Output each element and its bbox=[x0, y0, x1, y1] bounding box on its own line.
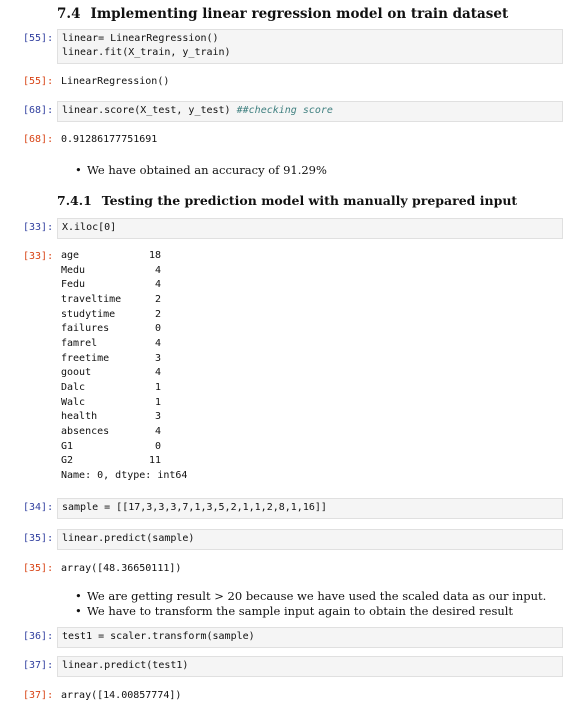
output-prompt: [33]: bbox=[23, 251, 54, 262]
bullet-list: We are getting result > 20 because we ha… bbox=[75, 589, 546, 619]
series-value: 3 bbox=[154, 352, 161, 364]
input-prompt: [68]: bbox=[23, 105, 54, 116]
series-row: freetime 3 bbox=[61, 352, 187, 367]
input-prompt: [35]: bbox=[23, 533, 54, 544]
code-cell[interactable]: sample = [[17,3,3,3,7,1,3,5,2,1,1,2,8,1,… bbox=[57, 498, 563, 519]
bullet-item: We have obtained an accuracy of 91.29% bbox=[75, 163, 327, 178]
series-row: absences 4 bbox=[61, 425, 187, 440]
section-number: 7.4 bbox=[57, 6, 81, 22]
bullet-item: We are getting result > 20 because we ha… bbox=[75, 589, 546, 604]
series-row: G1 0 bbox=[61, 440, 187, 455]
series-row: Dalc 1 bbox=[61, 381, 187, 396]
output-prompt: [68]: bbox=[23, 134, 54, 145]
input-prompt: [33]: bbox=[23, 222, 54, 233]
series-key: Medu bbox=[61, 264, 86, 276]
input-prompt: [34]: bbox=[23, 502, 54, 513]
series-row: Medu 4 bbox=[61, 264, 187, 279]
series-value: 2 bbox=[154, 308, 161, 320]
series-row: Fedu 4 bbox=[61, 278, 187, 293]
series-key: Fedu bbox=[61, 279, 86, 291]
section-heading-7-4: 7.4 Implementing linear regression model … bbox=[57, 6, 508, 22]
code-cell[interactable]: test1 = scaler.transform(sample) bbox=[57, 627, 563, 648]
series-row: failures 0 bbox=[61, 322, 187, 337]
input-prompt: [55]: bbox=[23, 33, 54, 44]
output-prompt: [37]: bbox=[23, 690, 54, 701]
section-heading-7-4-1: 7.4.1 Testing the prediction model with m… bbox=[57, 193, 517, 208]
section-number: 7.4.1 bbox=[57, 193, 92, 208]
series-key: famrel bbox=[61, 337, 98, 349]
section-title: Testing the prediction model with manual… bbox=[101, 193, 518, 208]
series-value: 4 bbox=[154, 425, 161, 437]
series-row: studytime 2 bbox=[61, 308, 187, 323]
series-value: 18 bbox=[148, 250, 161, 261]
series-key: Dalc bbox=[61, 381, 86, 393]
series-value: 2 bbox=[154, 293, 161, 305]
series-row: goout 4 bbox=[61, 366, 187, 381]
series-row: health 3 bbox=[61, 410, 187, 425]
series-value: 11 bbox=[148, 455, 161, 467]
code-cell[interactable]: linear= LinearRegression() linear.fit(X_t… bbox=[57, 29, 563, 64]
series-key: failures bbox=[61, 323, 110, 335]
code-line: linear= LinearRegression() bbox=[62, 33, 219, 44]
series-output: age 18 Medu 4 Fedu 4 traveltime 2 studytime 2 fail… bbox=[61, 249, 187, 484]
series-key: age bbox=[61, 250, 80, 261]
code-comment: ##checking score bbox=[236, 105, 333, 116]
code-text: linear.score(X_test, y_test) bbox=[62, 105, 237, 116]
code-line: linear.fit(X_train, y_train) bbox=[62, 47, 231, 58]
code-cell[interactable]: X.iloc[0] bbox=[57, 218, 563, 239]
output-text: array([14.00857774]) bbox=[61, 690, 182, 701]
series-key: G1 bbox=[61, 440, 74, 452]
output-prompt: [55]: bbox=[23, 76, 54, 87]
series-key: Walc bbox=[61, 396, 86, 408]
code-cell[interactable]: linear.score(X_test, y_test) ##checking … bbox=[57, 101, 563, 122]
series-value: 4 bbox=[154, 337, 161, 349]
output-text: array([48.36650111]) bbox=[61, 563, 182, 574]
bullet-item: We have to transform the sample input ag… bbox=[75, 604, 546, 619]
series-key: traveltime bbox=[61, 293, 122, 305]
series-row: traveltime 2 bbox=[61, 293, 187, 308]
series-row: famrel 4 bbox=[61, 337, 187, 352]
code-cell[interactable]: linear.predict(test1) bbox=[57, 656, 563, 677]
series-key: health bbox=[61, 411, 98, 423]
series-value: 4 bbox=[154, 279, 161, 291]
output-text: 0.91286177751691 bbox=[61, 134, 158, 145]
series-value: 3 bbox=[154, 411, 161, 423]
series-value: 0 bbox=[154, 323, 161, 335]
series-key: freetime bbox=[61, 352, 110, 364]
series-value: 4 bbox=[154, 264, 161, 276]
output-prompt: [35]: bbox=[23, 563, 54, 574]
output-text: LinearRegression() bbox=[61, 76, 170, 87]
series-key: goout bbox=[61, 367, 92, 379]
series-row: G2 11 bbox=[61, 454, 187, 469]
series-row: Walc 1 bbox=[61, 396, 187, 411]
bullet-list: We have obtained an accuracy of 91.29% bbox=[75, 163, 327, 178]
series-row: age 18 bbox=[61, 249, 187, 264]
series-value: 1 bbox=[154, 381, 161, 393]
series-key: absences bbox=[61, 425, 110, 437]
input-prompt: [36]: bbox=[23, 631, 54, 642]
series-footer: Name: 0, dtype: int64 bbox=[61, 469, 188, 481]
series-key: studytime bbox=[61, 308, 116, 320]
series-value: 1 bbox=[154, 396, 161, 408]
section-title: Implementing linear regression model on … bbox=[90, 6, 509, 22]
input-prompt: [37]: bbox=[23, 660, 54, 671]
series-key: G2 bbox=[61, 455, 74, 467]
series-value: 0 bbox=[154, 440, 161, 452]
series-value: 4 bbox=[154, 367, 161, 379]
code-cell[interactable]: linear.predict(sample) bbox=[57, 529, 563, 550]
